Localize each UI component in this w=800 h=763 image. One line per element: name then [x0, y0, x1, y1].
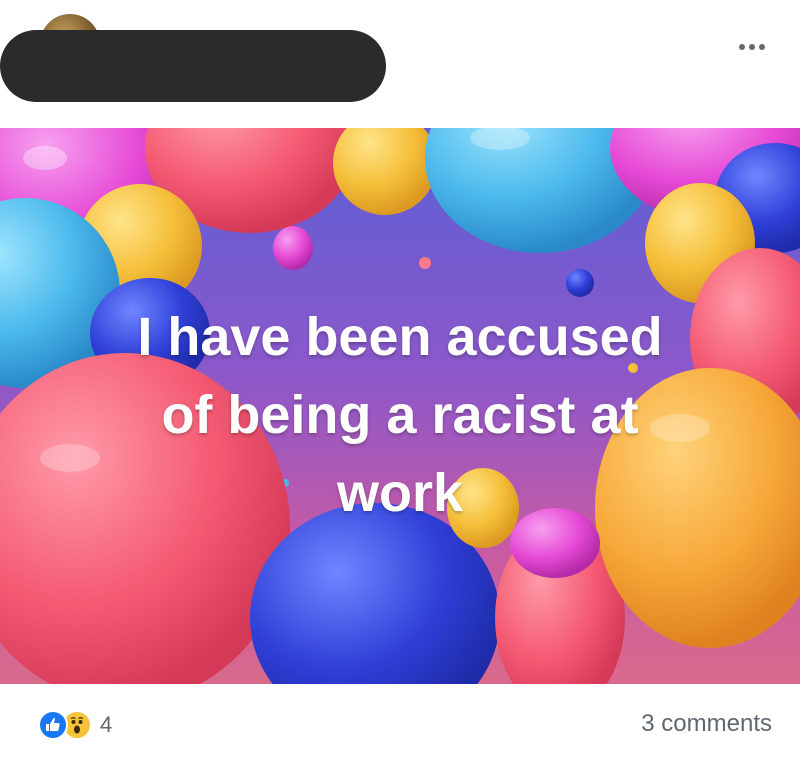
author-name-redacted — [0, 30, 386, 102]
caption-line: work — [336, 463, 464, 523]
post-header — [0, 0, 800, 128]
reaction-count: 4 — [100, 712, 113, 737]
facebook-post: I have been accused of being a racist at… — [0, 0, 800, 763]
comments-count-link[interactable]: 3 comments — [641, 710, 772, 738]
like-icon — [38, 710, 68, 740]
post-image[interactable]: I have been accused of being a racist at… — [0, 128, 800, 684]
caption-line: of being a racist at — [161, 385, 639, 445]
more-horizontal-icon — [739, 44, 765, 50]
post-footer: 4 3 comments — [0, 684, 800, 763]
caption-line: I have been accused — [137, 307, 663, 367]
more-options-button[interactable] — [732, 32, 772, 62]
reactions-summary[interactable]: 4 — [38, 710, 112, 740]
image-caption: I have been accused of being a racist at… — [60, 298, 740, 532]
